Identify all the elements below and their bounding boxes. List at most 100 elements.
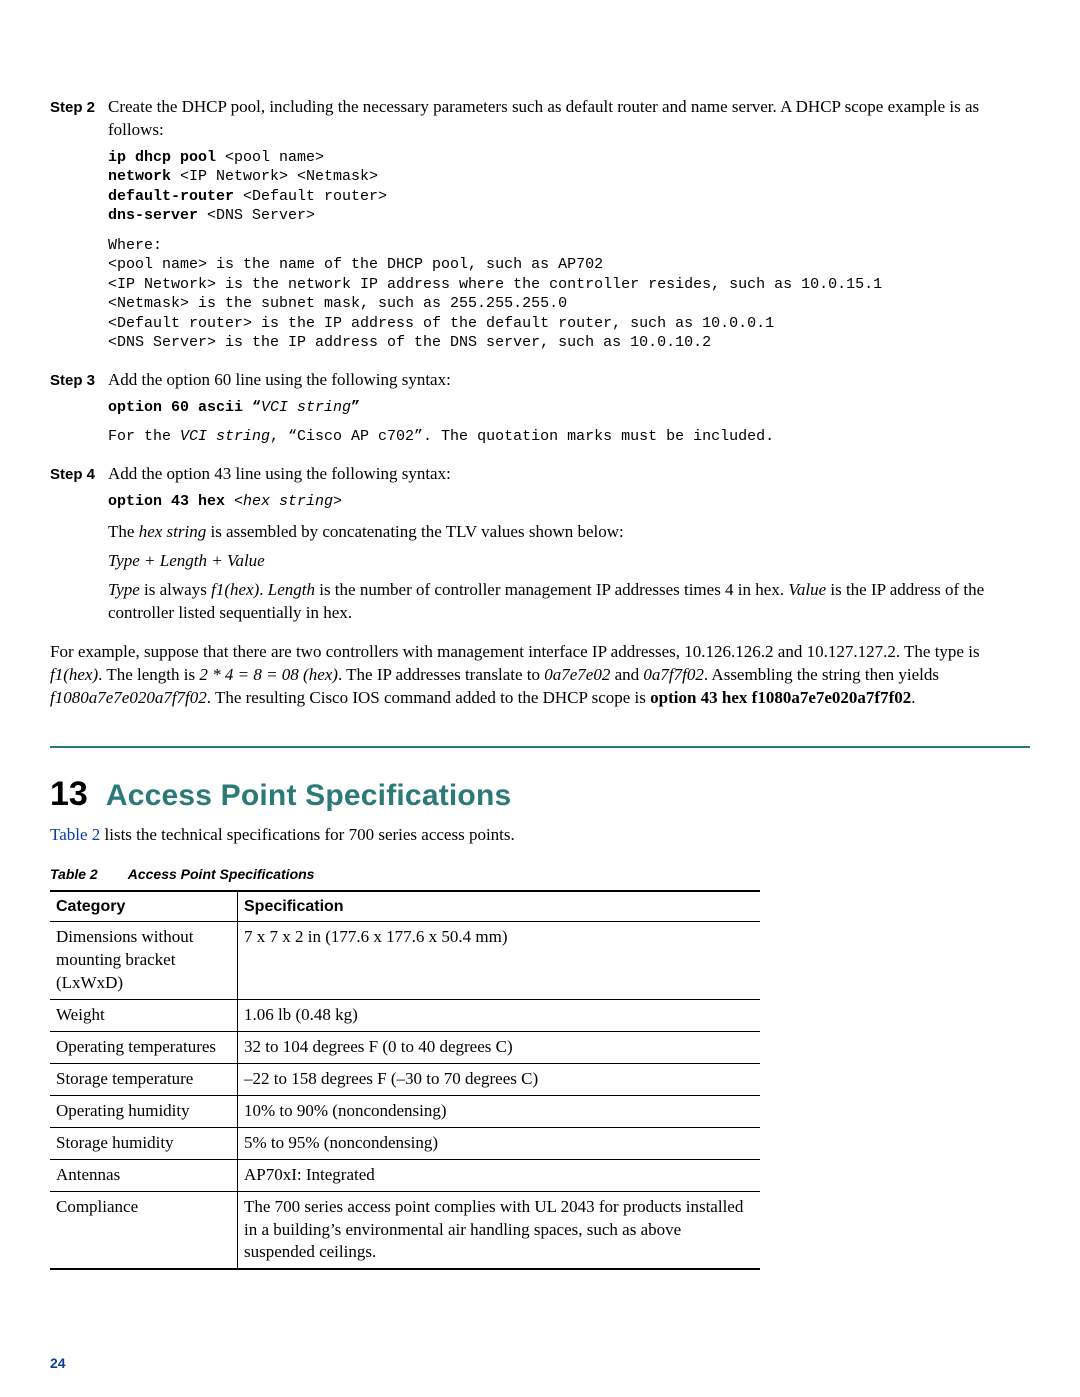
section-title: Access Point Specifications <box>106 776 512 817</box>
example-paragraph: For example, suppose that there are two … <box>50 641 1030 710</box>
page: Step 2 Create the DHCP pool, including t… <box>0 0 1080 1397</box>
code-kw: default-router <box>108 188 234 205</box>
caption-b: Access Point Specifications <box>128 866 315 882</box>
section-intro: Table 2 lists the technical specificatio… <box>50 824 1030 847</box>
td-specification: 10% to 90% (noncondensing) <box>238 1095 761 1127</box>
step-label: Step 2 <box>50 96 108 363</box>
code-kw: ip dhcp pool <box>108 149 216 166</box>
where-line: <DNS Server> is the IP address of the DN… <box>108 334 711 351</box>
ex-m: . <box>911 688 915 707</box>
section-number: 13 <box>50 772 88 818</box>
p1b: is assembled by concatenating the TLV va… <box>206 522 624 541</box>
table-link[interactable]: Table 2 <box>50 825 100 844</box>
note-it: VCI string <box>180 428 270 445</box>
where-line: <IP Network> is the network IP address w… <box>108 276 882 293</box>
steps-block: Step 2 Create the DHCP pool, including t… <box>50 96 1030 631</box>
code-arg: <Default router> <box>234 188 387 205</box>
p3a: Type <box>108 580 140 599</box>
ex-d: 2 * 4 = 8 = 08 (hex) <box>199 665 338 684</box>
ex-l: option 43 hex f1080a7e7e020a7f7f02 <box>650 688 911 707</box>
td-specification: 7 x 7 x 2 in (177.6 x 177.6 x 50.4 mm) <box>238 922 761 1000</box>
step3-note: For the VCI string, “Cisco AP c702”. The… <box>108 427 1030 447</box>
td-category: Operating temperatures <box>50 1031 238 1063</box>
code-kw: option 43 hex <box>108 493 234 510</box>
td-specification: AP70xI: Integrated <box>238 1159 761 1191</box>
ex-k: . The resulting Cisco IOS command added … <box>207 688 650 707</box>
p3f: is the number of controller management I… <box>315 580 788 599</box>
section-divider <box>50 746 1030 748</box>
td-specification: 32 to 104 degrees F (0 to 40 degrees C) <box>238 1031 761 1063</box>
step2-text: Create the DHCP pool, including the nece… <box>108 96 1030 142</box>
code-arg: <pool name> <box>216 149 324 166</box>
p3c: f1(hex) <box>211 580 259 599</box>
p1a: The <box>108 522 139 541</box>
table-row: Weight 1.06 lb (0.48 kg) <box>50 999 760 1031</box>
step-body: Add the option 43 line using the followi… <box>108 463 1030 631</box>
code-arg: <IP Network> <Netmask> <box>171 168 378 185</box>
th-category: Category <box>50 891 238 922</box>
td-specification: The 700 series access point complies wit… <box>238 1191 761 1269</box>
code-kw: network <box>108 168 171 185</box>
table-row: Operating humidity 10% to 90% (nonconden… <box>50 1095 760 1127</box>
td-specification: 5% to 95% (noncondensing) <box>238 1127 761 1159</box>
td-category: Operating humidity <box>50 1095 238 1127</box>
ex-f: 0a7e7e02 <box>544 665 610 684</box>
ex-b: f1(hex) <box>50 665 98 684</box>
code-arg: <DNS Server> <box>198 207 315 224</box>
step4-text: Add the option 43 line using the followi… <box>108 463 1030 486</box>
td-specification: 1.06 lb (0.48 kg) <box>238 999 761 1031</box>
step2-where: Where: <pool name> is the name of the DH… <box>108 236 1030 353</box>
code-kw: ” <box>351 399 360 416</box>
p3e: Length <box>268 580 315 599</box>
ex-g: and <box>610 665 643 684</box>
td-category: Storage temperature <box>50 1063 238 1095</box>
ex-j: f1080a7e7e020a7f7f02 <box>50 688 207 707</box>
p1it: hex string <box>139 522 207 541</box>
step2-code: ip dhcp pool <pool name> network <IP Net… <box>108 148 1030 226</box>
step-label: Step 3 <box>50 369 108 457</box>
table-row: Dimensions without mounting bracket (LxW… <box>50 922 760 1000</box>
code-it: <hex string> <box>234 493 342 510</box>
intro-rest: lists the technical specifications for 7… <box>100 825 515 844</box>
step-body: Add the option 60 line using the followi… <box>108 369 1030 457</box>
page-number: 24 <box>50 1354 66 1373</box>
code-kw: dns-server <box>108 207 198 224</box>
p3d: . <box>259 580 268 599</box>
step4-p2: Type + Length + Value <box>108 550 1030 573</box>
p3b: is always <box>140 580 211 599</box>
step-3: Step 3 Add the option 60 line using the … <box>50 369 1030 457</box>
step4-code: option 43 hex <hex string> <box>108 492 1030 512</box>
step-label: Step 4 <box>50 463 108 631</box>
ex-e: . The IP addresses translate to <box>338 665 544 684</box>
step-4: Step 4 Add the option 43 line using the … <box>50 463 1030 631</box>
table-row: Operating temperatures 32 to 104 degrees… <box>50 1031 760 1063</box>
code-it: VCI string <box>261 399 351 416</box>
ex-a: For example, suppose that there are two … <box>50 642 980 661</box>
table-row: Compliance The 700 series access point c… <box>50 1191 760 1269</box>
p3g: Value <box>788 580 826 599</box>
th-specification: Specification <box>238 891 761 922</box>
table-header-row: Category Specification <box>50 891 760 922</box>
ex-i: . Assembling the string then yields <box>704 665 939 684</box>
td-category: Compliance <box>50 1191 238 1269</box>
where-line: <Netmask> is the subnet mask, such as 25… <box>108 295 567 312</box>
td-category: Dimensions without mounting bracket (LxW… <box>50 922 238 1000</box>
step4-p1: The hex string is assembled by concatena… <box>108 521 1030 544</box>
step4-p3: Type is always f1(hex). Length is the nu… <box>108 579 1030 625</box>
td-category: Antennas <box>50 1159 238 1191</box>
spec-table: Category Specification Dimensions withou… <box>50 890 760 1271</box>
step-body: Create the DHCP pool, including the nece… <box>108 96 1030 363</box>
step3-text: Add the option 60 line using the followi… <box>108 369 1030 392</box>
section-heading: 13 Access Point Specifications <box>50 772 1030 818</box>
td-category: Storage humidity <box>50 1127 238 1159</box>
table-row: Antennas AP70xI: Integrated <box>50 1159 760 1191</box>
where-line: <Default router> is the IP address of th… <box>108 315 774 332</box>
code-kw: option 60 ascii “ <box>108 399 261 416</box>
note-a: For the <box>108 428 180 445</box>
step-2: Step 2 Create the DHCP pool, including t… <box>50 96 1030 363</box>
note-b: , “Cisco AP c702”. The quotation marks m… <box>270 428 774 445</box>
step3-code: option 60 ascii “VCI string” <box>108 398 1030 418</box>
where-line: Where: <box>108 237 162 254</box>
ex-h: 0a7f7f02 <box>643 665 703 684</box>
td-category: Weight <box>50 999 238 1031</box>
